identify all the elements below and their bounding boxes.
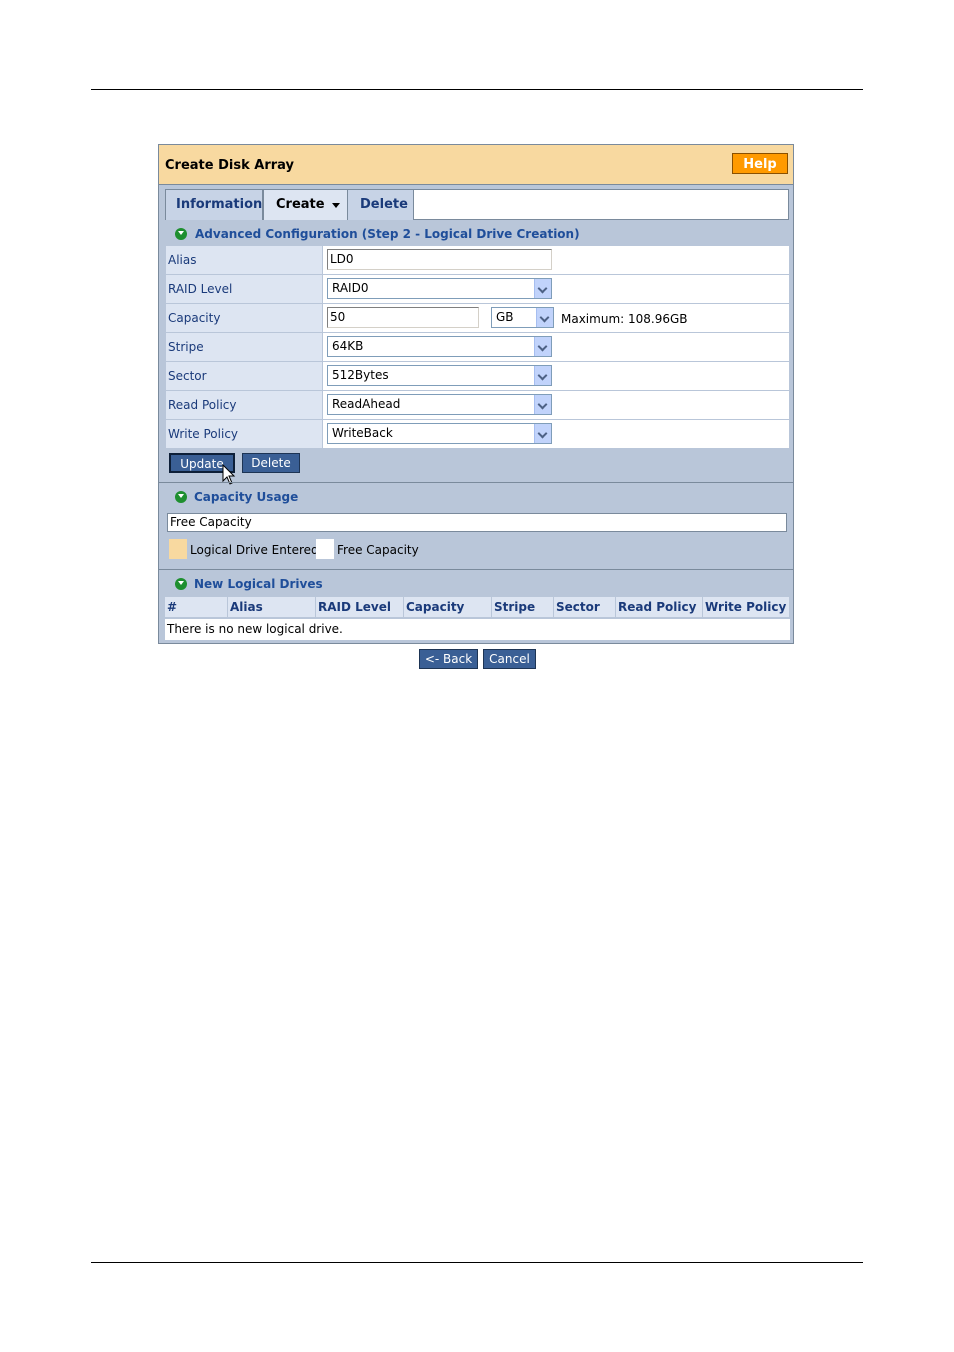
empty-table-message: There is no new logical drive. <box>165 619 790 640</box>
sector-label: Sector <box>166 362 322 390</box>
read-policy-value: ReadAhead <box>332 397 401 411</box>
column-header: Capacity <box>404 597 492 617</box>
chevron-down-icon[interactable] <box>534 395 551 414</box>
section-divider <box>159 569 793 570</box>
legend-swatch-free <box>316 539 334 559</box>
chevron-down-icon[interactable] <box>534 366 551 385</box>
new-logical-drives-heading: New Logical Drives <box>194 577 323 591</box>
chevron-down-icon[interactable] <box>332 203 340 208</box>
tab-create-label: Create <box>276 197 325 212</box>
help-button[interactable]: Help <box>732 153 788 174</box>
capacity-usage-bar: Free Capacity <box>167 513 787 532</box>
tab-create[interactable]: Create <box>263 190 348 220</box>
page-title: Create Disk Array <box>165 158 294 173</box>
legend-label: Free Capacity <box>337 543 419 557</box>
form-row-read-policy: Read Policy ReadAhead <box>166 391 789 419</box>
capacity-unit-value: GB <box>496 310 514 324</box>
column-header: Read Policy <box>616 597 703 617</box>
form-row-alias: Alias LD0 <box>166 246 789 274</box>
bottom-rule <box>91 1262 863 1263</box>
raid-level-label: RAID Level <box>166 275 322 303</box>
capacity-input[interactable]: 50 <box>327 307 479 328</box>
tab-bar: Information Create Delete <box>165 189 789 220</box>
collapse-icon[interactable] <box>175 228 187 240</box>
form-row-stripe: Stripe 64KB <box>166 333 789 361</box>
write-policy-label: Write Policy <box>166 420 322 448</box>
capacity-maximum: Maximum: 108.96GB <box>561 312 688 326</box>
tab-information[interactable]: Information <box>166 190 263 220</box>
read-policy-select[interactable]: ReadAhead <box>327 394 552 415</box>
stripe-value: 64KB <box>332 339 364 353</box>
raid-level-value: RAID0 <box>332 281 369 295</box>
form-row-write-policy: Write Policy WriteBack <box>166 420 789 448</box>
alias-input[interactable]: LD0 <box>327 249 552 270</box>
delete-button[interactable]: Delete <box>242 453 300 473</box>
sector-value: 512Bytes <box>332 368 389 382</box>
write-policy-select[interactable]: WriteBack <box>327 423 552 444</box>
chevron-down-icon[interactable] <box>534 279 551 298</box>
back-button[interactable]: <- Back <box>419 649 478 669</box>
section-divider <box>159 482 793 483</box>
column-header: Alias <box>228 597 316 617</box>
capacity-usage-heading: Capacity Usage <box>194 490 299 504</box>
column-header: Write Policy <box>703 597 790 617</box>
stripe-label: Stripe <box>166 333 322 361</box>
advanced-config-heading: Advanced Configuration (Step 2 - Logical… <box>195 227 580 241</box>
column-header: RAID Level <box>316 597 404 617</box>
alias-label: Alias <box>166 246 322 274</box>
chevron-down-icon[interactable] <box>534 337 551 356</box>
raid-level-select[interactable]: RAID0 <box>327 278 552 299</box>
column-header: Stripe <box>492 597 554 617</box>
tab-delete[interactable]: Delete <box>348 190 414 220</box>
capacity-unit-select[interactable]: GB <box>491 307 554 328</box>
read-policy-label: Read Policy <box>166 391 322 419</box>
title-bar: Create Disk Array Help <box>159 145 793 185</box>
cancel-button[interactable]: Cancel <box>483 649 536 669</box>
collapse-icon[interactable] <box>175 578 187 590</box>
top-rule <box>91 89 863 90</box>
form-row-sector: Sector 512Bytes <box>166 362 789 390</box>
form-row-capacity: Capacity 50 GB Maximum: 108.96GB <box>166 304 789 332</box>
create-disk-array-panel: Create Disk Array Help Information Creat… <box>158 144 794 644</box>
legend-swatch-logical-drive <box>169 539 187 559</box>
collapse-icon[interactable] <box>175 491 187 503</box>
stripe-select[interactable]: 64KB <box>327 336 552 357</box>
advanced-config-form: Alias LD0 RAID Level RAID0 Capacity 50 G… <box>166 246 789 449</box>
capacity-label: Capacity <box>166 304 322 332</box>
form-row-raid-level: RAID Level RAID0 <box>166 275 789 303</box>
write-policy-value: WriteBack <box>332 426 393 440</box>
column-header: Sector <box>554 597 616 617</box>
legend-label: Logical Drive Entered <box>190 543 319 557</box>
column-header: # <box>165 597 228 617</box>
chevron-down-icon[interactable] <box>534 424 551 443</box>
chevron-down-icon[interactable] <box>536 308 553 327</box>
sector-select[interactable]: 512Bytes <box>327 365 552 386</box>
